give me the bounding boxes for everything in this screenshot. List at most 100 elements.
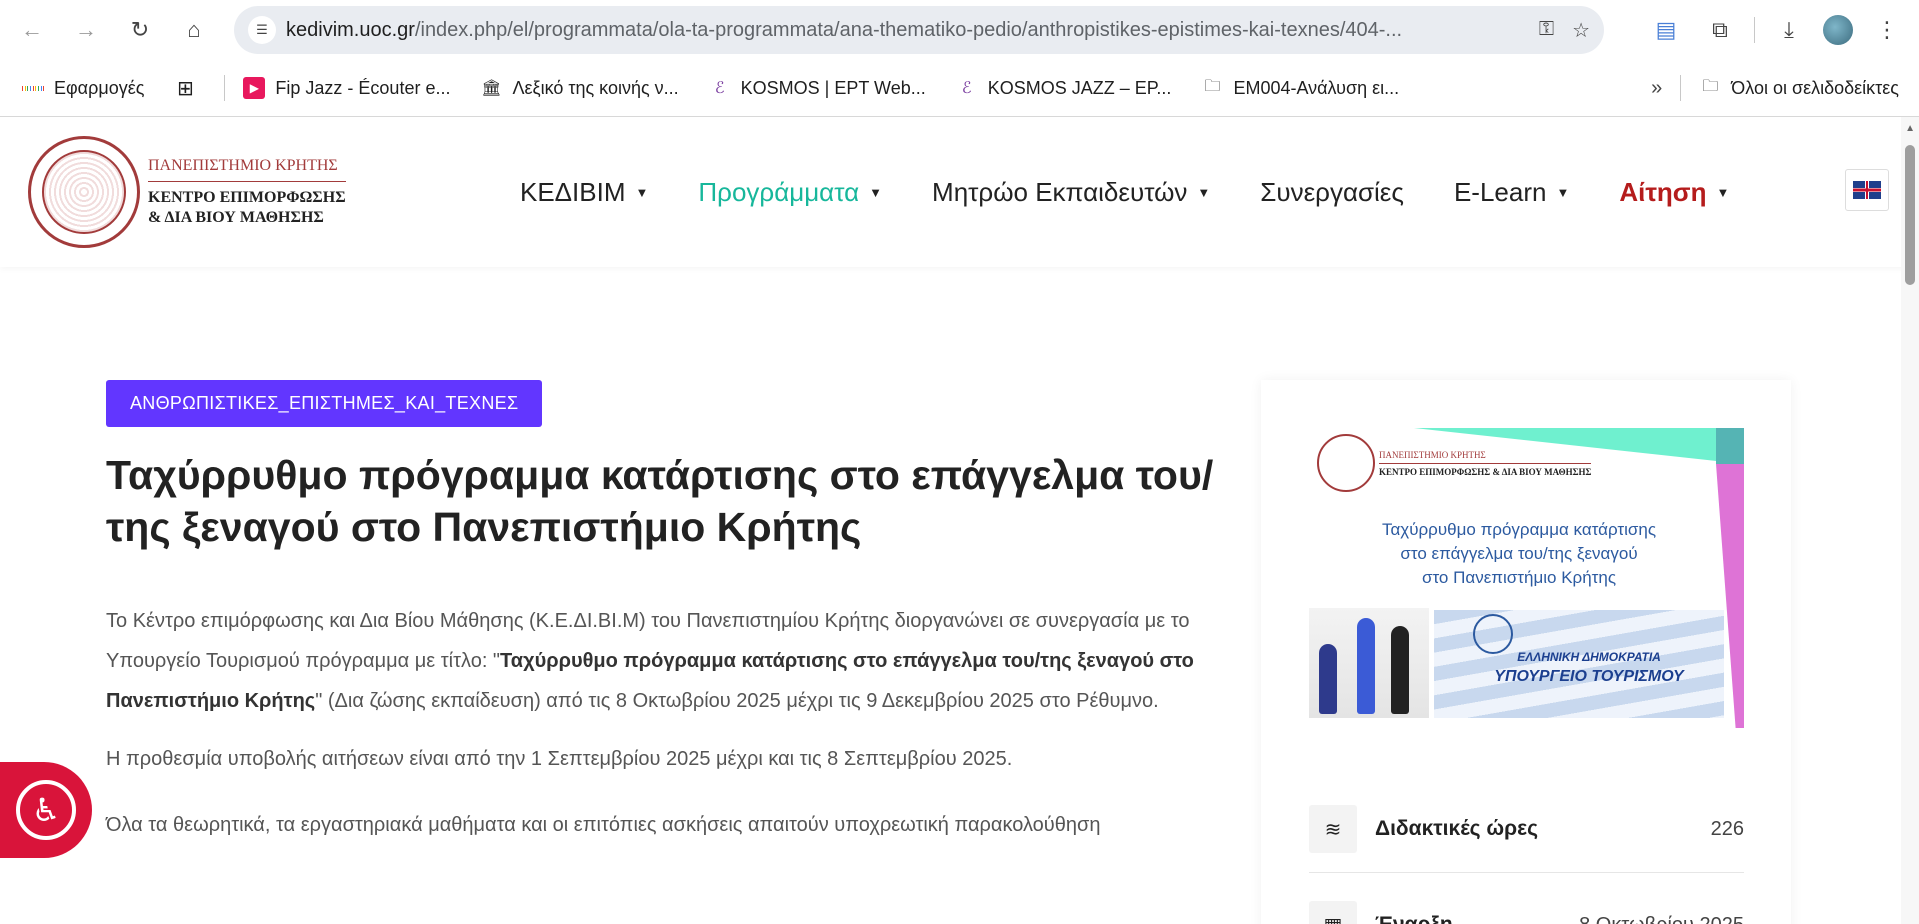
tab-groups-icon: ⊞	[177, 77, 194, 100]
poster-logo: ΠΑΝΕΠΙΣΤΗΜΙΟ ΚΡΗΤΗΣ ΚΕΝΤΡΟ ΕΠΙΜΟΡΦΩΣΗΣ &…	[1317, 434, 1592, 492]
poster-logo-university: ΠΑΝΕΠΙΣΤΗΜΙΟ ΚΡΗΤΗΣ	[1379, 450, 1592, 464]
menu-label: E-Learn	[1453, 176, 1547, 207]
info-row-start: ▦ Έναρξη 8 Οκτωβρίου 2025	[1309, 900, 1744, 924]
layers-icon: ≋	[1309, 805, 1357, 853]
logo-university: ΠΑΝΕΠΙΣΤΗΜΙΟ ΚΡΗΤΗΣ	[148, 157, 346, 182]
back-arrow-icon[interactable]: ←	[12, 10, 52, 50]
scrollbar-thumb[interactable]	[1905, 145, 1915, 285]
category-tag[interactable]: ΑΝΘΡΩΠΙΣΤΙΚΕΣ_ΕΠΙΣΤΗΜΕΣ_ΚΑΙ_ΤΕΧΝΕΣ	[106, 380, 543, 427]
columns-icon: 🏛	[481, 80, 502, 97]
browser-toolbar: ← → ↻ ⌂ ☰ kedivim.uoc.gr/index.php/el/pr…	[0, 0, 1919, 60]
apps-grid-icon	[21, 77, 45, 99]
bookmark-kosmos-jazz[interactable]: ℰ KOSMOS JAZZ – EP...	[956, 77, 1172, 99]
url-path: /index.php/el/programmata/ola-ta-program…	[414, 18, 1403, 41]
fip-icon: ▶	[243, 77, 266, 99]
bookmark-apps[interactable]: Εφαρμογές	[21, 77, 145, 99]
bookmark-label: Εφαρμογές	[54, 77, 145, 98]
info-row-hours: ≋ Διδακτικές ώρες 226	[1309, 804, 1744, 854]
toolbar-divider	[1754, 17, 1755, 43]
info-label: Έναρξη	[1375, 913, 1579, 924]
accessibility-button[interactable]: ♿	[0, 762, 92, 858]
bookmark-folder-em004[interactable]: 🗀 EM004-Ανάλυση ει...	[1201, 77, 1399, 99]
university-seal	[1317, 434, 1375, 492]
menu-trainers-registry[interactable]: Μητρώο Εκπαιδευτών ▼	[932, 177, 1210, 208]
program-poster: ΠΑΝΕΠΙΣΤΗΜΙΟ ΚΡΗΤΗΣ ΚΕΝΤΡΟ ΕΠΙΜΟΡΦΩΣΗΣ &…	[1309, 428, 1744, 728]
extensions-icon[interactable]: ⧉	[1700, 10, 1740, 50]
logo-center-line1: ΚΕΝΤΡΟ ΕΠΙΜΟΡΦΩΣΗΣ	[148, 188, 346, 206]
star-icon[interactable]: ☆	[1572, 18, 1590, 43]
bookmark-fip[interactable]: ▶ Fip Jazz - Écouter e...	[243, 77, 450, 99]
site-info-icon[interactable]: ☰	[248, 16, 276, 44]
site-logo[interactable]: ΠΑΝΕΠΙΣΤΗΜΙΟ ΚΡΗΤΗΣ ΚΕΝΤΡΟ ΕΠΙΜΟΡΦΩΣΗΣ &…	[28, 136, 358, 248]
folder-icon: 🗀	[1204, 77, 1221, 95]
poster-title-line: στο Πανεπιστήμιο Κρήτης	[1421, 568, 1617, 587]
url-text[interactable]: kedivim.uoc.gr/index.php/el/programmata/…	[286, 19, 1527, 42]
scroll-up-icon[interactable]: ▲	[1905, 123, 1915, 134]
bookmark-label: Λεξικό της κοινής ν...	[512, 77, 679, 98]
url-host: kedivim.uoc.gr	[286, 18, 415, 41]
poster-title: Ταχύρρυθμο πρόγραμμα κατάρτισης στο επάγ…	[1349, 518, 1689, 590]
reload-icon[interactable]: ↻	[120, 10, 160, 50]
article-content: ΑΝΘΡΩΠΙΣΤΙΚΕΣ_ΕΠΙΣΤΗΜΕΣ_ΚΑΙ_ΤΕΧΝΕΣ Ταχύρ…	[106, 380, 1216, 845]
menu-label: Αίτηση	[1619, 176, 1707, 207]
bookmark-lexiko[interactable]: 🏛 Λεξικό της κοινής ν...	[480, 77, 678, 99]
bookmark-divider	[1680, 75, 1682, 101]
bookmark-grid[interactable]: ⊞	[174, 77, 206, 100]
caret-down-icon: ▼	[869, 184, 883, 200]
bookmark-label: KOSMOS | EPT Web...	[740, 77, 926, 98]
all-bookmarks[interactable]: 🗀 Όλοι οι σελιδοδείκτες	[1699, 77, 1899, 99]
language-switch-button[interactable]	[1845, 169, 1889, 211]
menu-application[interactable]: Αίτηση ▼	[1619, 177, 1729, 208]
divider	[1309, 872, 1744, 873]
address-bar[interactable]: ☰ kedivim.uoc.gr/index.php/el/programmat…	[234, 6, 1604, 54]
calendar-icon: ▦	[1309, 901, 1357, 924]
menu-partnerships[interactable]: Συνεργασίες	[1260, 177, 1404, 208]
caret-down-icon: ▼	[1197, 184, 1211, 200]
uk-flag-icon	[1853, 181, 1881, 199]
key-icon[interactable]: ⚿	[1539, 18, 1554, 43]
wheelchair-icon: ♿	[16, 780, 76, 840]
caret-down-icon: ▼	[1556, 184, 1570, 200]
bookmark-divider	[224, 75, 226, 101]
menu-programs[interactable]: Προγράμματα ▼	[698, 177, 882, 208]
download-icon[interactable]: ⤓	[1769, 10, 1809, 50]
ert-icon: ℰ	[961, 80, 972, 97]
ministry-label: ΕΛΛΗΝΙΚΗ ΔΗΜΟΚΡΑΤΙΑ ΥΠΟΥΡΓΕΙΟ ΤΟΥΡΙΣΜΟΥ	[1479, 650, 1699, 686]
menu-label: Μητρώο Εκπαιδευτών	[932, 176, 1188, 207]
bookmark-label: KOSMOS JAZZ – EP...	[987, 77, 1172, 98]
menu-label: Προγράμματα	[698, 176, 860, 207]
info-label: Διδακτικές ώρες	[1375, 817, 1539, 840]
menu-kedivim[interactable]: ΚΕΔΙΒΙΜ ▼	[520, 177, 648, 208]
program-sidebar: ΠΑΝΕΠΙΣΤΗΜΙΟ ΚΡΗΤΗΣ ΚΕΝΤΡΟ ΕΠΙΜΟΡΦΩΣΗΣ &…	[1261, 380, 1791, 924]
caret-down-icon: ▼	[635, 184, 649, 200]
browser-chrome: ← → ↻ ⌂ ☰ kedivim.uoc.gr/index.php/el/pr…	[0, 0, 1919, 117]
info-value: 8 Οκτωβρίου 2025	[1579, 914, 1744, 924]
logo-center-line2: & ΔΙΑ ΒΙΟΥ ΜΑΘΗΣΗΣ	[148, 208, 324, 226]
main-menu: ΚΕΔΙΒΙΜ ▼ Προγράμματα ▼ Μητρώο Εκπαιδευτών…	[520, 177, 1779, 208]
site-header: ΠΑΝΕΠΙΣΤΗΜΙΟ ΚΡΗΤΗΣ ΚΕΝΤΡΟ ΕΠΙΜΟΡΦΩΣΗΣ &…	[0, 117, 1919, 267]
poster-title-line: στο επάγγελμα του/της ξεναγού	[1400, 544, 1638, 563]
ministry-line: ΕΛΛΗΝΙΚΗ ΔΗΜΟΚΡΑΤΙΑ	[1517, 650, 1661, 664]
menu-label: ΚΕΔΙΒΙΜ	[520, 176, 626, 207]
docs-extension-icon[interactable]: ▤	[1646, 10, 1686, 50]
more-bookmarks-icon[interactable]: »	[1651, 77, 1662, 100]
university-seal	[28, 136, 140, 248]
article-paragraph-2: Η προθεσμία υποβολής αιτήσεων είναι από …	[106, 748, 1013, 770]
paragraph-text: " (Δια ζώσης εκπαίδευση) από τις 8 Οκτωβ…	[315, 690, 1159, 712]
folder-icon: 🗀	[1702, 77, 1719, 95]
bookmark-label: EM004-Ανάλυση ει...	[1233, 77, 1400, 98]
ert-icon: ℰ	[714, 80, 725, 97]
home-icon[interactable]: ⌂	[174, 10, 214, 50]
web-page: ΠΑΝΕΠΙΣΤΗΜΙΟ ΚΡΗΤΗΣ ΚΕΝΤΡΟ ΕΠΙΜΟΡΦΩΣΗΣ &…	[0, 117, 1919, 924]
poster-logo-center: ΚΕΝΤΡΟ ΕΠΙΜΟΡΦΩΣΗΣ & ΔΙΑ ΒΙΟΥ ΜΑΘΗΣΗΣ	[1379, 466, 1592, 477]
menu-kebab-icon[interactable]: ⋮	[1867, 10, 1907, 50]
forward-arrow-icon[interactable]: →	[66, 10, 106, 50]
menu-elearn[interactable]: E-Learn ▼	[1454, 177, 1569, 208]
page-scrollbar[interactable]: ▲	[1901, 117, 1919, 924]
page-title: Ταχύρρυθμο πρόγραμμα κατάρτισης στο επάγ…	[106, 452, 1214, 550]
poster-title-line: Ταχύρρυθμο πρόγραμμα κατάρτισης	[1381, 520, 1657, 539]
bookmark-kosmos[interactable]: ℰ KOSMOS | EPT Web...	[709, 77, 926, 99]
profile-avatar[interactable]	[1823, 15, 1853, 45]
caret-down-icon: ▼	[1716, 184, 1730, 200]
info-value: 226	[1710, 817, 1744, 840]
